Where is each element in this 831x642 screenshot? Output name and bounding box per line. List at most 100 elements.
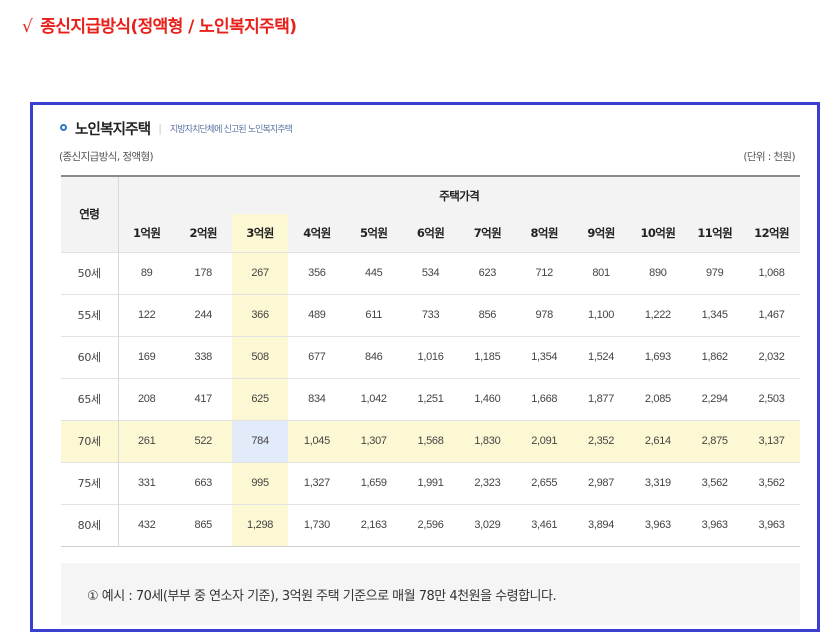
payment-cell: 356 <box>308 267 326 279</box>
payment-cell: 834 <box>308 393 326 405</box>
price-column-header: 9억원 <box>572 214 630 252</box>
price-column-header: 6억원 <box>402 214 459 252</box>
payment-cell: 1,354 <box>531 351 558 363</box>
payment-cell: 1,345 <box>701 309 728 321</box>
age-cell: 75세 <box>61 462 119 504</box>
unit-label: (단위 : 천원) <box>743 151 795 163</box>
price-column-header: 12억원 <box>743 214 800 252</box>
check-mark-icon: √ <box>22 17 33 37</box>
payment-cell: 1,524 <box>588 351 615 363</box>
page-heading: √ 종신지급방식(정액형 / 노인복지주택) <box>22 12 297 37</box>
payment-cell: 2,085 <box>644 393 671 405</box>
payment-cell: 1,991 <box>417 477 444 489</box>
payment-cell: 995 <box>231 462 289 504</box>
payment-cell: 3,029 <box>474 519 501 531</box>
payment-cell: 1,222 <box>644 309 671 321</box>
payment-cell: 3,137 <box>743 420 800 462</box>
payment-cell: 1,730 <box>303 519 330 531</box>
payment-cell: 611 <box>365 309 383 321</box>
payment-cell: 2,503 <box>758 393 785 405</box>
payment-cell: 331 <box>137 477 156 489</box>
payment-cell: 712 <box>535 267 553 279</box>
payment-cell: 208 <box>137 393 156 405</box>
payment-cell: 1,668 <box>531 393 558 405</box>
payment-cell: 1,100 <box>588 309 615 321</box>
payment-cell: 1,877 <box>588 393 615 405</box>
payment-cell: 1,307 <box>345 420 403 462</box>
payment-cell: 1,045 <box>288 420 346 462</box>
payment-cell: 1,251 <box>417 393 444 405</box>
payment-cell: 677 <box>308 351 326 363</box>
payment-cell: 2,596 <box>417 519 444 531</box>
payment-cell: 338 <box>194 351 213 363</box>
payment-cell: 890 <box>649 267 667 279</box>
table-body: 50세 89 178 267 356 445 534 623 712 801 890 979 1,068… <box>61 252 800 546</box>
price-column-header: 4억원 <box>288 214 346 252</box>
payment-cell: 3,963 <box>701 519 728 531</box>
payment-cell: 1,862 <box>701 351 728 363</box>
payment-cell: 2,614 <box>629 420 687 462</box>
payment-cell: 3,963 <box>644 519 671 531</box>
payment-cell: 1,830 <box>458 420 516 462</box>
payment-cell: 244 <box>194 309 213 321</box>
payment-cell: 89 <box>140 267 153 279</box>
house-price-group-header: 주택가격 <box>118 176 800 214</box>
payment-cell: 784 <box>231 420 289 462</box>
payment-cell: 3,461 <box>531 519 558 531</box>
age-cell: 50세 <box>61 252 119 294</box>
card-title-row: 노인복지주택 | 지방자치단체에 신고된 노인복지주택 <box>60 118 293 139</box>
payment-cell: 1,659 <box>360 477 387 489</box>
payment-cell: 1,467 <box>758 309 785 321</box>
payment-cell: 1,185 <box>474 351 501 363</box>
age-cell: 65세 <box>61 378 119 420</box>
payment-cell: 534 <box>421 267 440 279</box>
example-note-text: ① 예시 : 70세(부부 중 연소자 기준), 3억원 주택 기준으로 매월 … <box>87 589 557 604</box>
page-heading-text: 종신지급방식(정액형 / 노인복지주택) <box>40 17 297 37</box>
table-row: 55세 122 244 366 489 611 733 856 978 1,100 1,222 1,3… <box>61 294 800 336</box>
payment-cell: 2,091 <box>515 420 573 462</box>
payment-cell: 978 <box>535 309 553 321</box>
payment-cell: 3,319 <box>644 477 671 489</box>
table-header-row: 연령 주택가격 <box>61 176 800 252</box>
payment-cell: 2,163 <box>360 519 387 531</box>
table-row: 50세 89 178 267 356 445 534 623 712 801 890 979 1,068 <box>61 252 800 294</box>
payment-cell: 522 <box>174 420 232 462</box>
age-column-header: 연령 <box>61 176 119 252</box>
age-cell: 70세 <box>61 420 119 462</box>
age-cell: 55세 <box>61 294 119 336</box>
payment-cell: 2,032 <box>758 351 785 363</box>
payment-cell: 366 <box>231 294 289 336</box>
price-column-header: 3억원 <box>231 214 289 252</box>
payment-cell: 1,568 <box>402 420 459 462</box>
table-row: 75세 331 663 995 1,327 1,659 1,991 2,323 2,655 2,9… <box>61 462 800 504</box>
payment-cell: 417 <box>194 393 213 405</box>
payment-cell: 508 <box>231 336 289 378</box>
payment-cell: 432 <box>137 519 156 531</box>
age-cell: 60세 <box>61 336 119 378</box>
price-column-header: 7억원 <box>458 214 516 252</box>
price-column-header: 10억원 <box>629 214 687 252</box>
payment-cell: 3,894 <box>588 519 615 531</box>
table-row: 80세 432 865 1,298 1,730 2,163 2,596 3,029 3,461 3… <box>61 504 800 546</box>
card-subtitle: 지방자치단체에 신고된 노인복지주택 <box>169 125 293 135</box>
price-column-header: 2억원 <box>174 214 232 252</box>
payment-cell: 1,298 <box>231 504 289 546</box>
table-row: 70세 261 522 784 1,045 1,307 1,568 1,830 2,091 2,3… <box>61 420 800 462</box>
price-column-header: 5억원 <box>345 214 403 252</box>
payment-cell: 3,562 <box>701 477 728 489</box>
payment-cell: 3,562 <box>758 477 785 489</box>
payment-cell: 489 <box>308 309 326 321</box>
payment-cell: 2,294 <box>701 393 728 405</box>
payment-cell: 445 <box>365 267 383 279</box>
payment-cell: 1,460 <box>474 393 501 405</box>
payment-cell: 169 <box>137 351 156 363</box>
payment-cell: 2,655 <box>531 477 558 489</box>
payment-cell: 1,693 <box>644 351 671 363</box>
payment-cell: 267 <box>231 252 289 294</box>
payment-cell: 733 <box>421 309 440 321</box>
payment-cell: 663 <box>194 477 213 489</box>
payment-cell: 856 <box>478 309 497 321</box>
payment-cell: 1,068 <box>758 267 785 279</box>
payment-cell: 865 <box>194 519 213 531</box>
payment-cell: 178 <box>194 267 213 279</box>
